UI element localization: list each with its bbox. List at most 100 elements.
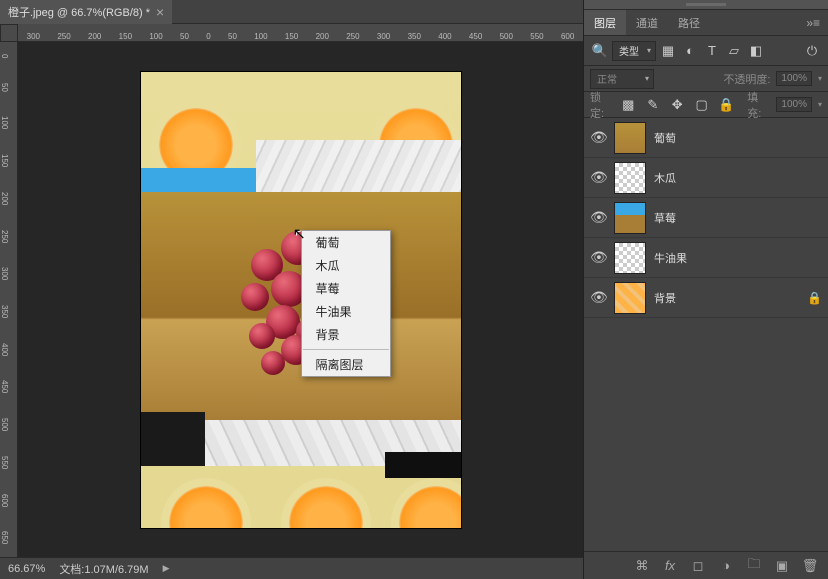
context-menu-item[interactable]: 木瓜 [302,254,390,277]
layer-thumbnail[interactable] [614,282,646,314]
ruler-tick: 350 [408,32,421,41]
ruler-tick: 300 [377,32,390,41]
visibility-icon[interactable]: 👁 [590,129,606,146]
fill-value[interactable]: 100% [776,97,812,112]
ruler-tick: 350 [0,305,17,318]
filter-smart-icon[interactable]: ◧ [746,41,766,61]
layer-name[interactable]: 背景 [654,290,799,306]
chevron-down-icon[interactable]: ▾ [818,74,822,83]
visibility-icon[interactable]: 👁 [590,169,606,186]
context-menu-divider [303,349,389,350]
layer-thumbnail[interactable] [614,162,646,194]
layer-row[interactable]: 👁 牛油果 [584,238,828,278]
filter-toggle-icon[interactable]: ⏻ [802,41,822,61]
tab-paths[interactable]: 路径 [668,10,710,35]
ruler-tick: 50 [228,32,237,41]
zoom-value[interactable]: 66.67% [8,563,45,575]
ruler-tick: 300 [27,32,40,41]
adjustment-layer-icon[interactable]: ◑ [716,556,736,576]
filter-shape-icon[interactable]: ▱ [724,41,744,61]
ruler-tick: 400 [438,32,451,41]
filter-adjust-icon[interactable]: ◐ [680,41,700,61]
ruler-tick: 550 [530,32,543,41]
tab-layers[interactable]: 图层 [584,10,626,35]
document-tab[interactable]: 橙子.jpeg @ 66.7%(RGB/8) * × [0,0,172,24]
delete-layer-icon[interactable]: 🗑 [800,556,820,576]
doc-info[interactable]: 文档:1.07M/6.79M [59,561,148,577]
ruler-tick: 100 [149,32,162,41]
lock-fill-row: 锁定: ▩ ✎ ✥ ▢ 🔒 填充: 100% ▾ [584,92,828,118]
layer-row[interactable]: 👁 草莓 [584,198,828,238]
context-menu-item[interactable]: 牛油果 [302,300,390,323]
fill-label: 填充: [747,89,770,121]
layer-fx-icon[interactable]: fx [660,556,680,576]
layer-name[interactable]: 葡萄 [654,130,822,146]
cursor-icon: ↖ [293,224,306,244]
filter-kind-select[interactable]: 类型 [612,41,656,61]
filter-type-icon[interactable]: T [702,41,722,61]
layer-thumbnail[interactable] [614,202,646,234]
ruler-tick: 600 [561,32,574,41]
document-canvas[interactable]: ↖ 葡萄木瓜草莓牛油果背景隔离图层 [141,72,461,528]
opacity-value[interactable]: 100% [776,71,812,86]
lock-brush-icon[interactable]: ✎ [644,95,662,115]
new-layer-icon[interactable]: ▣ [772,556,792,576]
collapse-handle[interactable] [584,0,828,10]
blue-strip-graphic [141,168,256,192]
layer-row[interactable]: 👁 木瓜 [584,158,828,198]
ruler-tick: 250 [0,230,17,243]
link-layers-icon[interactable]: ⌘ [632,556,652,576]
doc-info-label: 文档: [59,564,84,576]
ruler-tick: 250 [57,32,70,41]
layer-row[interactable]: 👁 背景 🔒 [584,278,828,318]
ruler-tick: 0 [206,32,210,41]
lock-position-icon[interactable]: ✥ [668,95,686,115]
blend-mode-select[interactable]: 正常 [590,69,654,89]
canvas-viewport[interactable]: ↖ 葡萄木瓜草莓牛油果背景隔离图层 [18,42,583,557]
layer-name[interactable]: 草莓 [654,210,822,226]
lock-all-icon[interactable]: 🔒 [717,95,735,115]
layer-thumbnail[interactable] [614,122,646,154]
visibility-icon[interactable]: 👁 [590,249,606,266]
layer-group-icon[interactable]: 🗀 [744,556,764,576]
context-menu-item[interactable]: 背景 [302,323,390,346]
grape-graphic [241,283,269,311]
panel-menu-icon[interactable]: »≡ [798,16,828,30]
ruler-tick: 300 [0,267,17,280]
chevron-down-icon[interactable]: ▾ [818,100,822,109]
layer-name[interactable]: 木瓜 [654,170,822,186]
ruler-tick: 500 [0,418,17,431]
layer-name[interactable]: 牛油果 [654,250,822,266]
dark-strip-graphic [385,452,461,478]
lock-icon[interactable]: 🔒 [807,291,822,305]
status-flyout-icon[interactable]: ▶ [163,563,170,574]
layers-list: 👁 葡萄 👁 木瓜 👁 草莓 👁 牛油果 👁 背景 🔒 [584,118,828,551]
layer-row[interactable]: 👁 葡萄 [584,118,828,158]
visibility-icon[interactable]: 👁 [590,209,606,226]
context-menu-item[interactable]: 草莓 [302,277,390,300]
layer-filter-row: 🔍 类型 ▦ ◐ T ▱ ◧ ⏻ [584,36,828,66]
layer-mask-icon[interactable]: ◻ [688,556,708,576]
tab-channels[interactable]: 通道 [626,10,668,35]
ruler-tick: 200 [316,32,329,41]
ruler-tick: 500 [500,32,513,41]
lock-pixels-icon[interactable]: ▩ [619,95,637,115]
panels-dock: 图层 通道 路径 »≡ 🔍 类型 ▦ ◐ T ▱ ◧ ⏻ 正常 不透明度: 10… [583,0,828,579]
ruler-vertical[interactable]: 050100150200250300350400450500550600650 [0,42,18,557]
layer-thumbnail[interactable] [614,242,646,274]
ruler-horizontal[interactable]: 3002502001501005005010015020025030035040… [18,24,583,42]
lock-label: 锁定: [590,89,613,121]
ruler-tick: 100 [0,116,17,129]
context-menu-item[interactable]: 葡萄 [302,231,390,254]
lock-artboard-icon[interactable]: ▢ [692,95,710,115]
grape-graphic [249,323,275,349]
ruler-origin[interactable] [0,24,18,42]
context-menu-isolate[interactable]: 隔离图层 [302,353,390,376]
ruler-tick: 450 [469,32,482,41]
grape-graphic [261,351,285,375]
search-icon: 🔍 [590,41,610,61]
ruler-tick: 650 [0,531,17,544]
close-icon[interactable]: × [156,4,164,20]
filter-image-icon[interactable]: ▦ [658,41,678,61]
visibility-icon[interactable]: 👁 [590,289,606,306]
